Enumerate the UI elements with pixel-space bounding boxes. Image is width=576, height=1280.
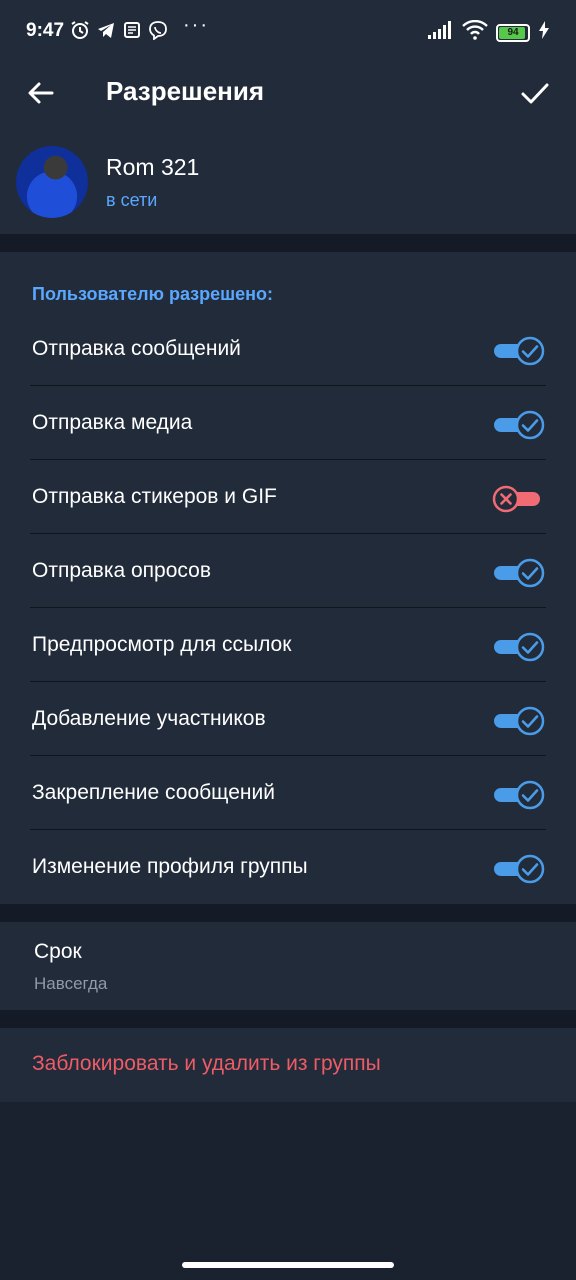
permission-toggle-on[interactable]: [492, 336, 546, 366]
section-divider: [0, 904, 576, 922]
app-bar: Разрешения: [0, 62, 576, 132]
permission-label: Предпросмотр для ссылок: [32, 633, 292, 656]
ban-and-remove-label: Заблокировать и удалить из группы: [32, 1052, 381, 1075]
user-name: Rom 321: [106, 154, 200, 180]
page-title: Разрешения: [106, 76, 265, 106]
ban-and-remove-button[interactable]: Заблокировать и удалить из группы: [0, 1028, 576, 1102]
permissions-header: Пользователю разрешено:: [32, 284, 274, 304]
permission-toggle-on[interactable]: [492, 780, 546, 810]
permission-row[interactable]: Предпросмотр для ссылок: [0, 608, 576, 682]
arrow-left-icon: [28, 82, 54, 104]
permission-label: Добавление участников: [32, 707, 266, 730]
permission-toggle-on[interactable]: [492, 854, 546, 884]
news-icon: [122, 20, 142, 40]
permission-label: Отправка медиа: [32, 411, 193, 434]
user-status: в сети: [106, 190, 158, 210]
status-time: 9:47: [26, 20, 65, 41]
wifi-icon: [462, 19, 488, 45]
charging-icon: [538, 21, 550, 44]
permission-row[interactable]: Отправка медиа: [0, 386, 576, 460]
more-notifications-icon: ···: [183, 14, 209, 36]
permission-label: Отправка стикеров и GIF: [32, 485, 277, 508]
save-button[interactable]: [518, 76, 552, 110]
telegram-icon: [96, 20, 116, 40]
signal-icon: [428, 21, 454, 44]
permissions-section: Пользователю разрешено: Отправка сообщен…: [0, 252, 576, 904]
battery-level: 94: [507, 27, 519, 38]
permission-label: Закрепление сообщений: [32, 781, 275, 804]
duration-title: Срок: [34, 940, 82, 963]
duration-setting[interactable]: Срок Навсегда: [0, 922, 576, 1010]
user-info[interactable]: Rom 321 в сети: [0, 132, 576, 234]
battery-icon: 94: [496, 23, 530, 42]
permission-row[interactable]: Отправка опросов: [0, 534, 576, 608]
permission-row[interactable]: Отправка сообщений: [0, 312, 576, 386]
duration-value: Навсегда: [34, 974, 108, 993]
home-indicator[interactable]: [182, 1262, 394, 1268]
status-bar: 9:47 ··· 94: [0, 0, 576, 62]
avatar: [16, 146, 88, 218]
permission-row[interactable]: Изменение профиля группы: [0, 830, 576, 904]
permission-row[interactable]: Отправка стикеров и GIF: [0, 460, 576, 534]
permission-label: Изменение профиля группы: [32, 855, 308, 878]
viber-icon: [148, 20, 168, 40]
back-button[interactable]: [24, 76, 58, 110]
permission-label: Отправка опросов: [32, 559, 211, 582]
permission-toggle-on[interactable]: [492, 558, 546, 588]
check-icon: [521, 83, 549, 104]
section-divider: [0, 234, 576, 252]
permission-toggle-off[interactable]: [492, 484, 546, 514]
permission-toggle-on[interactable]: [492, 706, 546, 736]
permission-toggle-on[interactable]: [492, 632, 546, 662]
status-system-icons: 94: [428, 19, 550, 45]
alarm-icon: [70, 20, 90, 40]
status-notification-icons: [70, 20, 168, 40]
permission-label: Отправка сообщений: [32, 337, 241, 360]
section-divider: [0, 1010, 576, 1028]
permission-row[interactable]: Закрепление сообщений: [0, 756, 576, 830]
permission-row[interactable]: Добавление участников: [0, 682, 576, 756]
permission-toggle-on[interactable]: [492, 410, 546, 440]
